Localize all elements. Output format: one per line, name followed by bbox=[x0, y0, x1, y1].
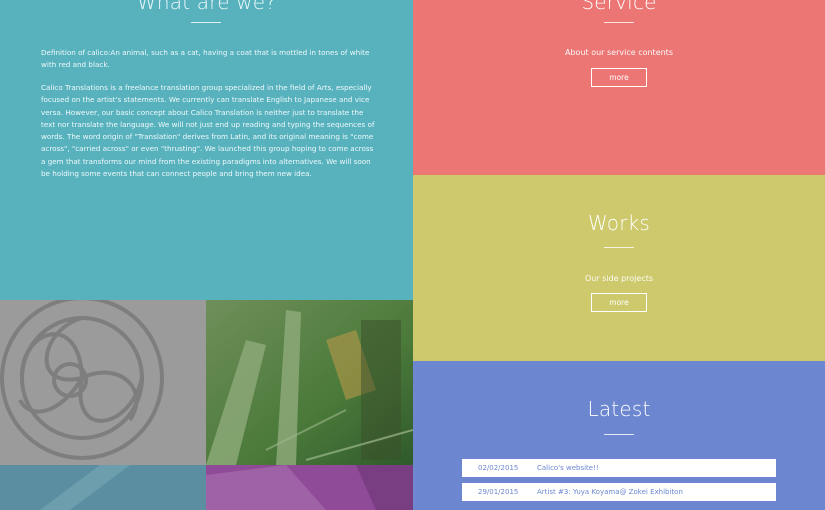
about-description: Calico Translations is a freelance trans… bbox=[41, 83, 375, 179]
latest-divider bbox=[604, 434, 634, 435]
artist-photo-tile[interactable] bbox=[206, 300, 413, 465]
works-more-button[interactable]: more bbox=[591, 293, 647, 312]
service-heading: Service bbox=[581, 0, 657, 14]
latest-heading: Latest bbox=[587, 397, 651, 421]
photo-tile-bottom-right[interactable] bbox=[206, 465, 413, 510]
works-heading: Works bbox=[587, 211, 651, 235]
works-section: Works Our side projects more bbox=[413, 175, 825, 361]
photo-tile-bottom-left[interactable] bbox=[0, 465, 206, 510]
works-subtitle: Our side projects bbox=[584, 274, 654, 283]
service-subtitle: About our service contents bbox=[565, 48, 673, 57]
news-date: 29/01/2015 bbox=[478, 488, 519, 496]
calico-definition: Definition of calico:An animal, such as … bbox=[41, 48, 370, 70]
works-divider bbox=[604, 247, 634, 248]
about-divider bbox=[191, 22, 221, 23]
artist-photo-image bbox=[206, 300, 413, 465]
news-title: Artist #3: Yuya Koyama@ Zokei Exhibiton bbox=[537, 488, 683, 496]
news-title: Calico's website!! bbox=[537, 464, 599, 472]
calico-triskelion-logo-icon bbox=[0, 300, 206, 465]
service-divider bbox=[604, 22, 634, 23]
service-section: Service About our service contents more bbox=[413, 0, 825, 175]
photo-image-bottom-left bbox=[0, 465, 206, 510]
news-item[interactable]: 02/02/2015 Calico's website!! bbox=[462, 459, 776, 477]
logo-tile[interactable] bbox=[0, 300, 206, 465]
photo-image-bottom-right bbox=[206, 465, 413, 510]
about-heading: What are we? bbox=[136, 0, 277, 14]
news-date: 02/02/2015 bbox=[478, 464, 519, 472]
news-item[interactable]: 29/01/2015 Artist #3: Yuya Koyama@ Zokei… bbox=[462, 483, 776, 501]
latest-section: Latest 02/02/2015 Calico's website!! 29/… bbox=[413, 361, 825, 510]
service-more-button[interactable]: more bbox=[591, 68, 647, 87]
about-section: What are we? Definition of calico:An ani… bbox=[0, 0, 413, 300]
